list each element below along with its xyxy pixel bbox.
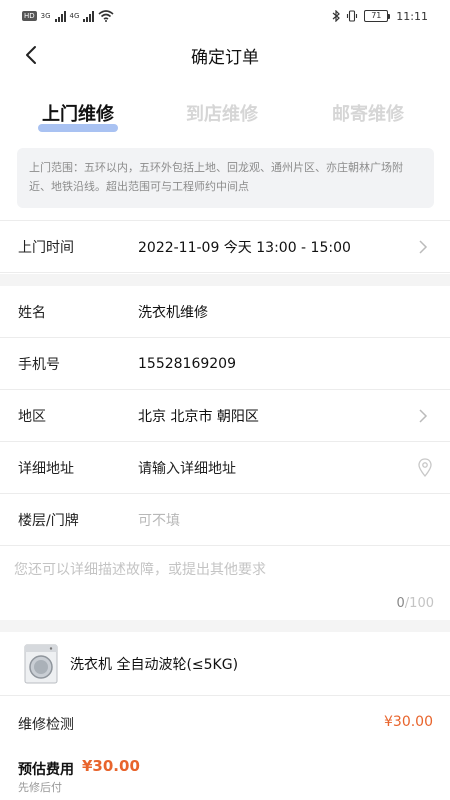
pay-after-repair-note: 先修后付 bbox=[18, 781, 62, 794]
washing-machine-icon bbox=[24, 644, 58, 684]
description-placeholder: 您还可以详细描述故障，或提出其他要求 bbox=[14, 562, 266, 578]
estimate-label: 预估费用 bbox=[18, 762, 74, 778]
repair-inspection-line: 维修检测 ¥30.00 bbox=[0, 700, 450, 744]
signal-icon bbox=[54, 10, 66, 22]
signal-icon-2 bbox=[83, 10, 95, 22]
page-title: 确定订单 bbox=[191, 47, 259, 68]
name-row[interactable]: 姓名 洗衣机维修 bbox=[0, 286, 450, 338]
product-row: 洗衣机 全自动波轮(≤5KG) bbox=[0, 632, 450, 696]
line-item-label: 维修检测 bbox=[18, 717, 74, 733]
address-row[interactable]: 详细地址 请输入详细地址 bbox=[0, 442, 450, 494]
section-gap bbox=[0, 274, 450, 286]
network-type-1: 3G bbox=[40, 12, 51, 20]
region-label: 地区 bbox=[18, 408, 46, 425]
phone-row[interactable]: 手机号 15528169209 bbox=[0, 338, 450, 390]
address-input[interactable]: 请输入详细地址 bbox=[138, 458, 236, 478]
active-tab-indicator bbox=[38, 124, 118, 132]
bluetooth-icon bbox=[332, 10, 341, 22]
header: 确定订单 bbox=[0, 32, 450, 78]
section-gap bbox=[0, 620, 450, 632]
status-right: 71 11:11 bbox=[332, 10, 428, 23]
address-label: 详细地址 bbox=[18, 460, 74, 477]
tab-label: 上门维修 bbox=[42, 104, 114, 125]
floor-row[interactable]: 楼层/门牌 可不填 bbox=[0, 494, 450, 546]
region-row[interactable]: 地区 北京 北京市 朝阳区 bbox=[0, 390, 450, 442]
line-item-price: ¥30.00 bbox=[384, 714, 433, 730]
service-range-notice: 上门范围：五环以内，五环外包括上地、回龙观、通州片区、亦庄朝林广场附近、地铁沿线… bbox=[17, 148, 434, 208]
tab-label: 到店维修 bbox=[186, 104, 258, 125]
region-value: 北京 北京市 朝阳区 bbox=[138, 408, 259, 425]
location-pin-icon[interactable] bbox=[417, 458, 433, 478]
char-max: /100 bbox=[404, 596, 434, 611]
status-left: HD 3G 4G bbox=[22, 10, 114, 22]
battery-level: 71 bbox=[364, 10, 389, 22]
vibrate-icon bbox=[347, 10, 358, 22]
name-label: 姓名 bbox=[18, 304, 46, 321]
wifi-icon bbox=[98, 10, 114, 22]
back-button[interactable] bbox=[18, 42, 44, 68]
chevron-right-icon bbox=[419, 409, 428, 423]
phone-label: 手机号 bbox=[18, 356, 60, 373]
battery-icon: 71 bbox=[364, 10, 391, 22]
char-counter: 0/100 bbox=[397, 596, 434, 611]
phone-input[interactable]: 15528169209 bbox=[138, 356, 236, 372]
chevron-left-icon bbox=[26, 46, 36, 64]
char-count: 0 bbox=[396, 596, 405, 611]
floor-label: 楼层/门牌 bbox=[18, 512, 79, 529]
footer-bar: 预估费用 ¥30.00 先修后付 bbox=[0, 748, 450, 800]
product-name: 洗衣机 全自动波轮(≤5KG) bbox=[70, 657, 239, 673]
tab-home-repair[interactable]: 上门维修 bbox=[38, 100, 118, 132]
status-bar: HD 3G 4G 71 11:11 bbox=[0, 0, 450, 32]
chevron-right-icon bbox=[419, 240, 428, 254]
floor-input[interactable]: 可不填 bbox=[138, 510, 180, 530]
tab-mail-repair[interactable]: 邮寄维修 bbox=[332, 100, 404, 126]
fault-description-textarea[interactable]: 您还可以详细描述故障，或提出其他要求 0/100 bbox=[0, 546, 450, 620]
tab-label: 邮寄维修 bbox=[332, 104, 404, 125]
tab-store-repair[interactable]: 到店维修 bbox=[186, 100, 258, 126]
visit-time-label: 上门时间 bbox=[18, 239, 74, 256]
hd-badge: HD bbox=[22, 11, 37, 21]
visit-time-value: 2022-11-09 今天 13:00 - 15:00 bbox=[138, 239, 351, 256]
clock: 11:11 bbox=[396, 9, 428, 23]
name-input[interactable]: 洗衣机维修 bbox=[138, 302, 208, 322]
network-type-2: 4G bbox=[69, 12, 80, 20]
service-type-tabs: 上门维修 到店维修 邮寄维修 bbox=[0, 96, 450, 136]
estimate-price: ¥30.00 bbox=[82, 757, 140, 775]
visit-time-row[interactable]: 上门时间 2022-11-09 今天 13:00 - 15:00 bbox=[0, 221, 450, 273]
